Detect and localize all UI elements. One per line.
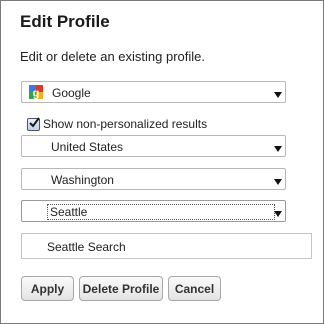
- chevron-down-icon: [272, 170, 284, 188]
- chevron-down-icon: [272, 202, 284, 220]
- chevron-down-icon: [272, 83, 284, 101]
- country-select[interactable]: United States: [21, 135, 286, 157]
- city-select[interactable]: Seattle: [21, 200, 286, 222]
- city-value: Seattle: [47, 204, 275, 220]
- non-personalized-checkbox-row[interactable]: Show non-personalized results: [27, 116, 207, 132]
- search-engine-select[interactable]: g Google: [21, 81, 286, 103]
- profile-name-value: Seattle Search: [47, 240, 126, 254]
- country-value: United States: [51, 140, 124, 154]
- state-value: Washington: [51, 173, 114, 187]
- dialog-subtitle: Edit or delete an existing profile.: [20, 49, 205, 64]
- non-personalized-label: Show non-personalized results: [43, 117, 208, 131]
- checkmark-icon: [29, 116, 40, 128]
- state-select[interactable]: Washington: [21, 168, 286, 190]
- profile-name-field[interactable]: Seattle Search: [21, 233, 312, 259]
- dialog-title: Edit Profile: [20, 12, 110, 31]
- cancel-button[interactable]: Cancel: [168, 276, 221, 301]
- chevron-down-icon: [272, 137, 284, 155]
- svg-text:g: g: [33, 88, 40, 100]
- delete-profile-button[interactable]: Delete Profile: [79, 276, 163, 301]
- search-engine-value: Google: [52, 86, 91, 100]
- non-personalized-checkbox[interactable]: [27, 116, 40, 131]
- apply-button[interactable]: Apply: [21, 276, 74, 301]
- edit-profile-dialog: Edit Profile Edit or delete an existing …: [0, 0, 324, 324]
- google-g-icon: g: [29, 85, 43, 100]
